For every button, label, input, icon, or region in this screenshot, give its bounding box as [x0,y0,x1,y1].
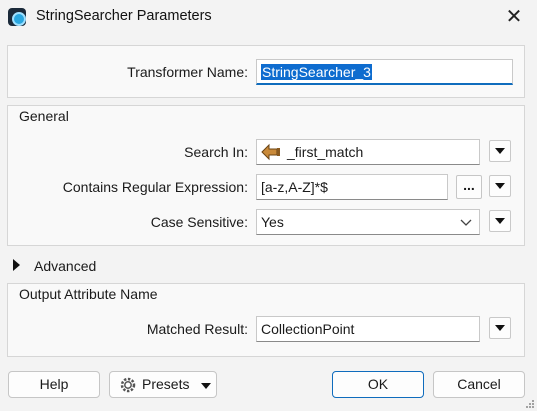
regex-ellipsis-button[interactable]: ... [456,175,482,199]
search-in-value: _first_match [287,144,364,160]
attribute-arrow-icon [261,143,280,161]
case-sensitive-label: Case Sensitive: [150,214,248,230]
transformer-name-field[interactable]: StringSearcher_3 [256,59,513,85]
matched-result-label: Matched Result: [146,321,248,337]
regex-field[interactable]: [a-z,A-Z]*$ [256,174,448,200]
presets-button[interactable]: Presets [109,371,217,398]
matched-result-menu-button[interactable] [489,317,511,339]
dropdown-arrow-icon [201,383,211,389]
search-in-menu-button[interactable] [489,140,511,162]
app-icon [8,8,26,26]
transformer-name-value: StringSearcher_3 [261,64,372,80]
general-section-title: General [19,108,69,124]
regex-label: Contains Regular Expression: [62,179,248,195]
search-in-label: Search In: [184,144,248,160]
regex-menu-button[interactable] [489,175,511,197]
matched-result-field[interactable]: CollectionPoint [256,316,480,342]
search-in-field[interactable]: _first_match [256,139,480,165]
window-title: StringSearcher Parameters [36,8,212,24]
resize-grip-icon[interactable] [525,399,535,409]
presets-label: Presets [142,376,190,392]
gear-icon [120,377,136,393]
title-bar: StringSearcher Parameters ✕ [0,0,537,36]
close-icon[interactable]: ✕ [500,4,528,30]
output-section-title: Output Attribute Name [19,286,158,302]
expand-arrow-icon [13,259,20,271]
advanced-toggle[interactable]: Advanced [10,256,110,276]
chevron-down-icon [460,219,472,226]
ok-button[interactable]: OK [332,371,424,398]
cancel-button[interactable]: Cancel [433,371,525,398]
case-sensitive-value: Yes [261,214,284,230]
advanced-label: Advanced [34,258,97,274]
help-button[interactable]: Help [8,371,100,398]
case-sensitive-menu-button[interactable] [489,210,511,232]
transformer-name-label: Transformer Name: [127,64,248,80]
case-sensitive-select[interactable]: Yes [256,209,480,235]
